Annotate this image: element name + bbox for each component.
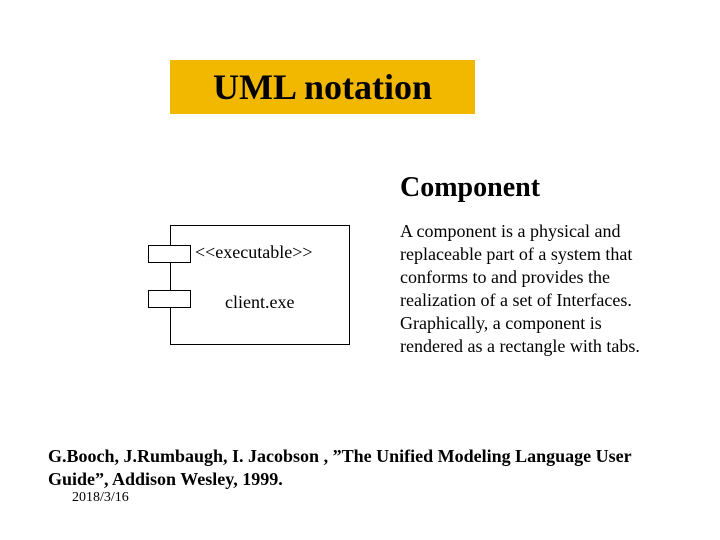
citation-text: G.Booch, J.Rumbaugh, I. Jacobson , ”The … [48, 445, 678, 490]
title-banner: UML notation [170, 60, 475, 114]
slide-title: UML notation [213, 66, 432, 108]
section-heading: Component [400, 172, 540, 204]
slide-date: 2018/3/16 [72, 490, 129, 506]
slide: UML notation Component A component is a … [0, 0, 720, 540]
uml-component-tab-top [148, 245, 191, 263]
component-description: A component is a physical and replaceabl… [400, 220, 655, 358]
uml-component-name: client.exe [225, 292, 294, 313]
uml-stereotype-label: <<executable>> [195, 242, 313, 263]
uml-component-tab-bottom [148, 290, 191, 308]
